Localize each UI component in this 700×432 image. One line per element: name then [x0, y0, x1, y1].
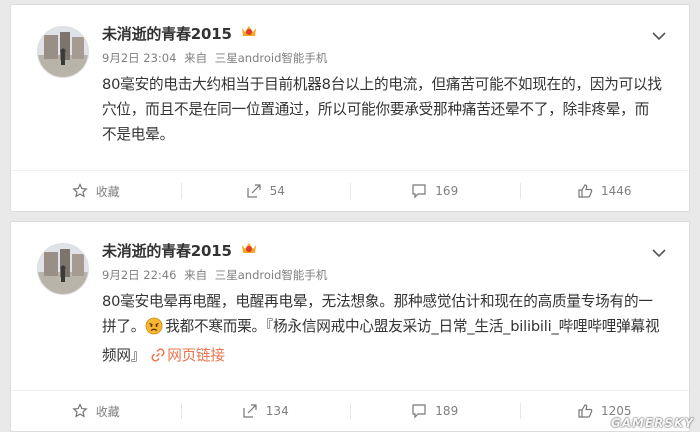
gamersky-watermark: GAMERSKY — [610, 416, 694, 430]
post-meta: 9月2日 23:04 来自 三星android智能手机 — [102, 50, 331, 66]
repost-button[interactable]: 134 — [180, 391, 351, 431]
favorite-button[interactable]: 收藏 — [11, 171, 181, 211]
vip-badge-icon[interactable] — [240, 241, 258, 259]
comment-icon — [412, 184, 426, 199]
avatar[interactable] — [37, 243, 89, 295]
post-time[interactable]: 9月2日 23:04 — [102, 51, 176, 65]
repost-button[interactable]: 54 — [180, 171, 351, 211]
like-count: 1446 — [600, 184, 632, 198]
like-button[interactable]: 1446 — [519, 171, 690, 211]
vip-badge-icon[interactable] — [240, 24, 258, 42]
web-link-text[interactable]: 网页链接 — [167, 347, 225, 364]
thumbs-up-icon — [578, 404, 593, 418]
favorite-button[interactable]: 收藏 — [11, 391, 181, 431]
web-link[interactable]: 网页链接 — [145, 347, 225, 364]
username[interactable]: 未消逝的青春2015 — [102, 23, 258, 44]
post-source[interactable]: 三星android智能手机 — [215, 51, 328, 65]
favorite-label: 收藏 — [95, 184, 120, 199]
link-icon — [151, 345, 165, 370]
weibo-post-1: 未消逝的青春2015 9月2日 23:04 来自 三星android智能手机 8… — [10, 4, 690, 212]
angry-face-emoji-icon — [145, 317, 163, 343]
username-text[interactable]: 未消逝的青春2015 — [102, 25, 232, 43]
repost-count: 54 — [269, 184, 285, 198]
favorite-label: 收藏 — [95, 404, 120, 419]
comment-count: 189 — [435, 404, 459, 418]
post-content: 80毫安的电击大约相当于目前机器8台以上的电流，但痛苦可能不如现在的，因为可以找… — [102, 76, 662, 143]
source-prefix: 来自 — [184, 268, 208, 282]
post-content: 80毫安电晕再电醒，电醒再电晕，无法想象。那种感觉估计和现在的高质量专场有的一拼… — [102, 289, 663, 370]
post-source[interactable]: 三星android智能手机 — [215, 268, 328, 282]
post-time[interactable]: 9月2日 22:46 — [102, 268, 176, 282]
comment-button[interactable]: 189 — [350, 391, 520, 431]
source-prefix: 来自 — [184, 51, 208, 65]
repost-count: 134 — [265, 404, 289, 418]
chevron-down-icon[interactable] — [651, 31, 667, 41]
post-actions: 收藏 54 169 1446 — [11, 170, 689, 211]
comment-button[interactable]: 169 — [350, 171, 520, 211]
star-icon — [72, 403, 88, 418]
comment-icon — [412, 404, 426, 419]
thumbs-up-icon — [578, 184, 593, 198]
username[interactable]: 未消逝的青春2015 — [102, 240, 258, 261]
repost-icon — [247, 184, 261, 198]
chevron-down-icon[interactable] — [651, 248, 667, 258]
avatar[interactable] — [37, 26, 89, 78]
comment-count: 169 — [435, 184, 459, 198]
username-text[interactable]: 未消逝的青春2015 — [102, 242, 232, 260]
star-icon — [72, 183, 88, 198]
post-meta: 9月2日 22:46 来自 三星android智能手机 — [102, 267, 331, 283]
weibo-post-2: 未消逝的青春2015 9月2日 22:46 来自 三星android智能手机 8… — [10, 221, 690, 432]
repost-icon — [243, 404, 257, 418]
post-actions: 收藏 134 189 1205 — [11, 390, 689, 431]
